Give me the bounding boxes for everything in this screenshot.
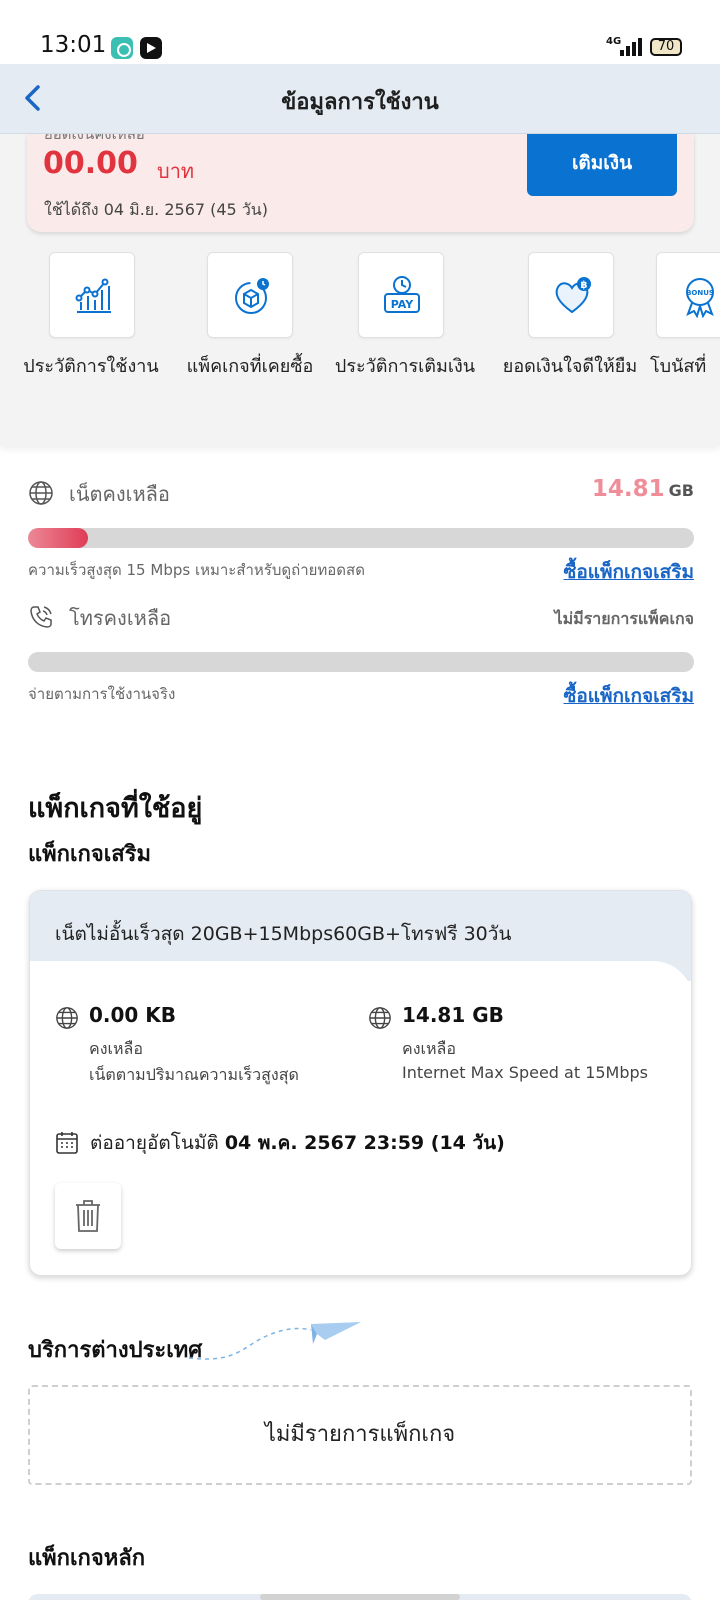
video-app-icon	[140, 37, 162, 59]
menu-item-purchased-packages[interactable]: แพ็คเกจที่เคยซื้อ	[170, 252, 330, 422]
package-icon	[235, 278, 269, 314]
main-package-title: แพ็กเกจหลัก	[28, 1546, 146, 1571]
menu-item-bonus[interactable]: BONUS โบนัสที่	[650, 252, 720, 422]
balance-amount: 00.00	[43, 146, 138, 181]
package-name: เน็ตไม่อั้นเร็วสุด 20GB+15Mbps60GB+โทรฟร…	[55, 923, 512, 945]
internet-speed-note: ความเร็วสูงสุด 15 Mbps เหมาะสำหรับดูถ่าย…	[28, 561, 365, 579]
chat-app-icon	[111, 37, 133, 59]
quota-label: คงเหลือ	[89, 1039, 143, 1058]
calendar-icon	[56, 1132, 78, 1154]
battery-icon: 70	[650, 38, 682, 56]
balance-card: ยอดเงินคงเหลือ 00.00 บาท ใช้ได้ถึง 04 มิ…	[27, 134, 694, 232]
internet-progress-fill	[28, 528, 88, 548]
trash-icon	[76, 1200, 100, 1232]
quick-menu: ประวัติการใช้งาน แพ็คเกจที่เคยซื้อ PAY ป…	[0, 252, 720, 422]
call-usage-title: โทรคงเหลือ	[69, 606, 172, 630]
balance-unit: บาท	[157, 159, 195, 183]
quota-value: 14.81 GB	[402, 1003, 504, 1027]
internet-usage-title: เน็ตคงเหลือ	[69, 482, 170, 506]
quota-description: เน็ตตามปริมาณความเร็วสูงสุด	[89, 1065, 299, 1084]
international-empty-state: ไม่มีรายการแพ็กเกจ	[28, 1385, 692, 1485]
menu-label: ประวัติการใช้งาน	[23, 356, 159, 377]
menu-label: แพ็คเกจที่เคยซื้อ	[186, 356, 314, 377]
chart-icon	[75, 278, 111, 313]
phone-icon	[30, 606, 52, 628]
svg-text:BONUS: BONUS	[686, 289, 714, 297]
menu-item-loan-balance[interactable]: ฿ ยอดเงินใจดีให้ยืม	[490, 252, 650, 422]
svg-text:฿: ฿	[581, 280, 588, 291]
quota-value: 0.00 KB	[89, 1003, 177, 1027]
svg-text:PAY: PAY	[391, 298, 415, 311]
quota-label: คงเหลือ	[402, 1039, 456, 1058]
auto-renew-info: ต่ออายุอัตโนมัติ 04 พ.ค. 2567 23:59 (14 …	[90, 1132, 505, 1154]
bonus-icon: BONUS	[686, 278, 714, 318]
balance-label: ยอดเงินคงเหลือ	[44, 134, 145, 143]
internet-progress-bar	[28, 528, 694, 548]
buy-internet-addon-link[interactable]: ซื้อแพ็กเกจเสริม	[563, 557, 694, 587]
call-pay-note: จ่ายตามการใช้งานจริง	[28, 685, 176, 703]
menu-label: โบนัสที่	[650, 356, 707, 377]
status-bar: 13:01 4G 70	[0, 0, 720, 64]
menu-item-usage-history[interactable]: ประวัติการใช้งาน	[0, 252, 182, 422]
delete-package-button[interactable]	[55, 1183, 121, 1249]
page-title: ข้อมูลการใช้งาน	[281, 90, 439, 115]
globe-icon	[369, 1007, 391, 1029]
topup-button[interactable]: เติมเงิน	[527, 134, 677, 196]
main-package-card	[28, 1594, 692, 1600]
globe-icon	[29, 481, 53, 505]
menu-item-topup-history[interactable]: PAY ประวัติการเติมเงิน	[330, 252, 480, 422]
account-panel: ยอดเงินคงเหลือ 00.00 บาท ใช้ได้ถึง 04 มิ…	[0, 134, 720, 446]
addon-package-card: เน็ตไม่อั้นเร็วสุด 20GB+15Mbps60GB+โทรฟร…	[29, 890, 692, 1276]
paper-plane-icon	[188, 1322, 361, 1360]
app-header: ข้อมูลการใช้งาน	[0, 64, 720, 134]
quota-description: Internet Max Speed at 15Mbps	[402, 1063, 648, 1082]
globe-icon	[56, 1007, 78, 1029]
addon-packages-title: แพ็กเกจเสริม	[28, 842, 151, 867]
internet-usage: เน็ตคงเหลือ 14.81 GB	[28, 476, 694, 568]
active-packages-title: แพ็กเกจที่ใช้อยู่	[28, 793, 203, 824]
buy-call-addon-link[interactable]: ซื้อแพ็กเกจเสริม	[563, 681, 694, 711]
call-progress-bar	[28, 652, 694, 672]
network-type: 4G	[606, 36, 622, 47]
signal-icon	[620, 38, 642, 56]
international-services-title: บริการต่างประเทศ	[28, 1338, 203, 1363]
menu-label: ยอดเงินใจดีให้ยืม	[502, 356, 638, 377]
menu-label: ประวัติการเติมเงิน	[334, 356, 476, 377]
heart-coin-icon: ฿	[555, 277, 591, 314]
call-usage: โทรคงเหลือ ไม่มีรายการแพ็คเกจ	[28, 602, 694, 682]
balance-valid-until: ใช้ได้ถึง 04 มิ.ย. 2567 (45 วัน)	[44, 200, 268, 219]
internet-remaining: 14.81 GB	[591, 476, 694, 502]
call-usage-status: ไม่มีรายการแพ็คเกจ	[554, 609, 694, 628]
status-time: 13:01	[40, 32, 107, 58]
pay-icon: PAY	[384, 276, 420, 313]
